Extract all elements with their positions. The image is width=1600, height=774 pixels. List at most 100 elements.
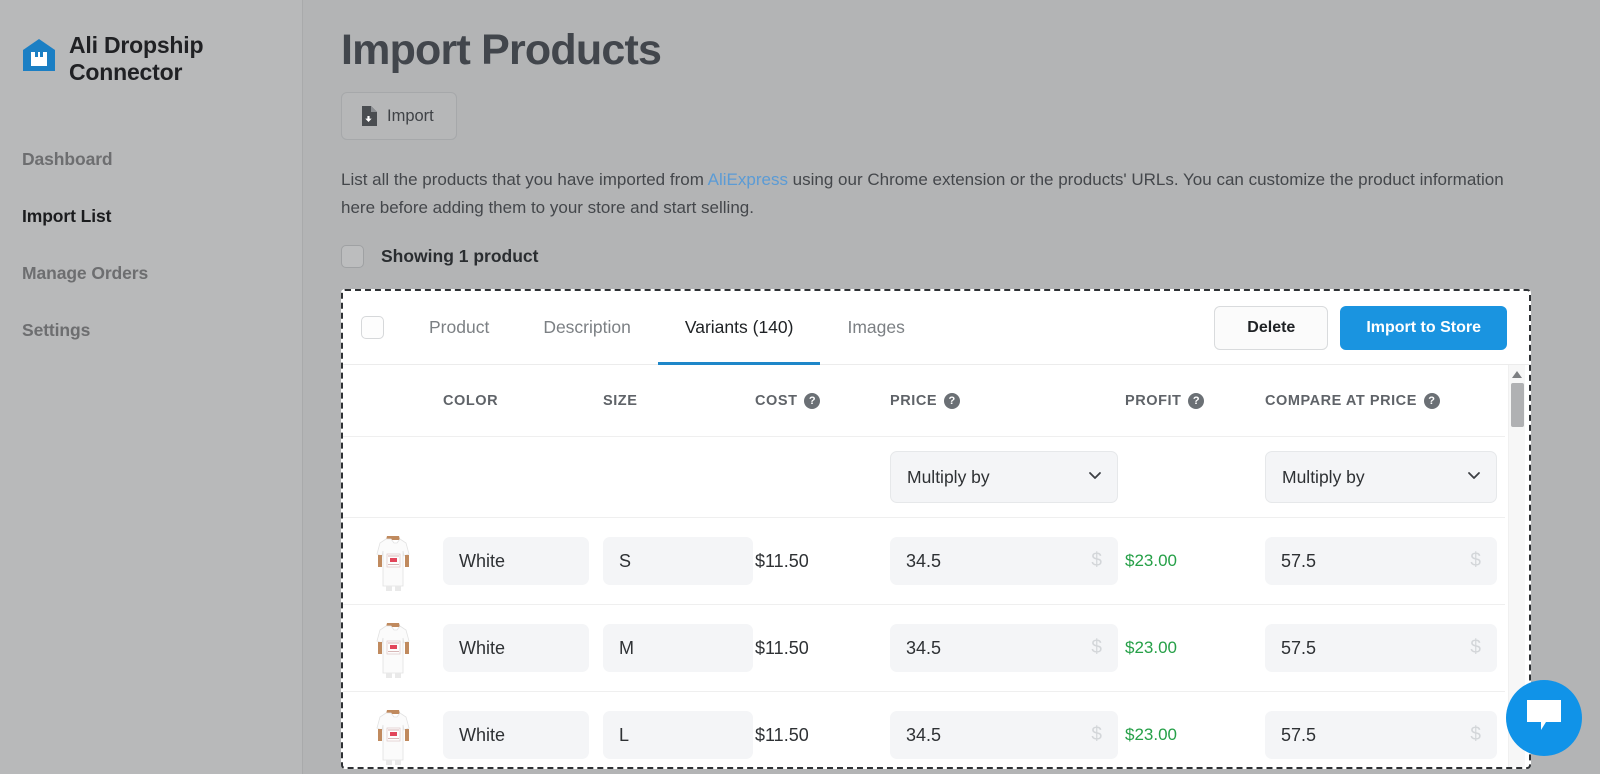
variant-thumbnail-cell: [343, 605, 443, 692]
column-header-profit-label: PROFIT: [1125, 393, 1181, 409]
variant-color-value: White: [459, 725, 505, 746]
cost-help-icon[interactable]: ?: [804, 393, 820, 409]
variant-price-value: 34.5: [906, 725, 941, 746]
sidebar-item-settings[interactable]: Settings: [22, 309, 302, 352]
variant-compare-at-price-value: 57.5: [1281, 638, 1316, 659]
sidebar-item-import-list[interactable]: Import List: [22, 195, 302, 238]
import-button[interactable]: Import: [341, 92, 457, 140]
variant-compare-at-price-input[interactable]: 57.5 $: [1265, 537, 1497, 585]
table-row: White S $11.50: [343, 518, 1505, 605]
bulk-ops-price-cell: Multiply by: [890, 437, 1125, 518]
variant-price-input[interactable]: 34.5 $: [890, 711, 1118, 759]
variant-color-input[interactable]: White: [443, 537, 589, 585]
showing-count-label: Showing 1 product: [381, 246, 539, 267]
bulk-ops-size-cell: [603, 437, 755, 518]
price-help-icon[interactable]: ?: [944, 393, 960, 409]
brand-name: Ali Dropship Connector: [69, 32, 203, 86]
variant-color-value: White: [459, 638, 505, 659]
bulk-ops-profit-cell: [1125, 437, 1265, 518]
compare-at-price-bulk-operation-select[interactable]: Multiply by: [1265, 451, 1497, 503]
variant-color-input[interactable]: White: [443, 624, 589, 672]
brand: Ali Dropship Connector: [22, 32, 302, 86]
sidebar-item-dashboard[interactable]: Dashboard: [22, 138, 302, 181]
white-tshirt-thumbnail: [367, 704, 419, 766]
bulk-ops-compare-cell: Multiply by: [1265, 437, 1505, 518]
variant-profit-value: $23.00: [1125, 551, 1177, 570]
variant-compare-at-price-value: 57.5: [1281, 725, 1316, 746]
variant-size-value: M: [619, 638, 634, 659]
select-all-products-checkbox[interactable]: [341, 245, 364, 268]
table-row: White M $11.50: [343, 605, 1505, 692]
tab-description[interactable]: Description: [516, 291, 658, 365]
variant-profit-cell: $23.00: [1125, 518, 1265, 605]
tab-images[interactable]: Images: [820, 291, 931, 365]
main-content: Import Products Import List all the prod…: [303, 0, 1600, 774]
variant-price-input[interactable]: 34.5 $: [890, 537, 1118, 585]
variant-compare-at-price-input[interactable]: 57.5 $: [1265, 711, 1497, 759]
variants-table-head: COLOR SIZE COST ?: [343, 365, 1505, 437]
column-header-price: PRICE ?: [890, 365, 1125, 437]
brand-name-line1: Ali Dropship: [69, 32, 203, 59]
variant-compare-at-price-input[interactable]: 57.5 $: [1265, 624, 1497, 672]
variants-table-body: Multiply by Multiply by: [343, 437, 1505, 770]
profit-help-icon[interactable]: ?: [1188, 393, 1204, 409]
product-tabs: Product Description Variants (140) Image…: [402, 291, 932, 365]
variant-size-input[interactable]: S: [603, 537, 753, 585]
variant-price-input[interactable]: 34.5 $: [890, 624, 1118, 672]
variant-color-input[interactable]: White: [443, 711, 589, 759]
price-bulk-operation-select[interactable]: Multiply by: [890, 451, 1118, 503]
currency-suffix: $: [1470, 724, 1481, 746]
white-tshirt-thumbnail: [367, 617, 419, 679]
compare-at-price-help-icon[interactable]: ?: [1424, 393, 1440, 409]
variant-price-value: 34.5: [906, 551, 941, 572]
variant-thumbnail-cell: [343, 518, 443, 605]
variant-size-value: S: [619, 551, 631, 572]
variant-size-cell: L: [603, 692, 755, 770]
tab-variants[interactable]: Variants (140): [658, 291, 821, 365]
variant-profit-value: $23.00: [1125, 725, 1177, 744]
white-tshirt-thumbnail: [367, 530, 419, 592]
chevron-down-icon: [1466, 467, 1482, 488]
column-header-size: SIZE: [603, 365, 755, 437]
variants-header-row: COLOR SIZE COST ?: [343, 365, 1505, 437]
variant-size-input[interactable]: L: [603, 711, 753, 759]
variant-color-cell: White: [443, 605, 603, 692]
column-header-color: COLOR: [443, 365, 603, 437]
tab-product[interactable]: Product: [402, 291, 516, 365]
variant-price-value: 34.5: [906, 638, 941, 659]
variant-size-input[interactable]: M: [603, 624, 753, 672]
aliexpress-link[interactable]: AliExpress: [708, 170, 788, 189]
scroll-up-button[interactable]: [1509, 365, 1525, 382]
table-row: White L $11.50: [343, 692, 1505, 770]
sidebar-item-manage-orders[interactable]: Manage Orders: [22, 252, 302, 295]
page-title: Import Products: [341, 28, 1600, 73]
variants-table: COLOR SIZE COST ?: [343, 365, 1505, 769]
currency-suffix: $: [1091, 550, 1102, 572]
sidebar-nav: Dashboard Import List Manage Orders Sett…: [22, 138, 302, 352]
chat-widget-button[interactable]: [1506, 680, 1582, 756]
currency-suffix: $: [1091, 724, 1102, 746]
column-header-profit: PROFIT ?: [1125, 365, 1265, 437]
bulk-ops-thumb-cell: [343, 437, 443, 518]
variant-compare-at-price-cell: 57.5 $: [1265, 518, 1505, 605]
sidebar: Ali Dropship Connector Dashboard Import …: [0, 0, 303, 774]
file-upload-icon: [360, 106, 377, 126]
product-select-checkbox[interactable]: [361, 316, 384, 339]
chat-bubble-icon: [1524, 697, 1564, 740]
variant-color-cell: White: [443, 518, 603, 605]
delete-button[interactable]: Delete: [1214, 306, 1328, 350]
product-card-actions: Delete Import to Store: [1214, 306, 1507, 350]
bulk-ops-color-cell: [443, 437, 603, 518]
variant-compare-at-price-cell: 57.5 $: [1265, 605, 1505, 692]
bulk-operations-row: Multiply by Multiply by: [343, 437, 1505, 518]
variant-size-cell: M: [603, 605, 755, 692]
bulk-ops-cost-cell: [755, 437, 890, 518]
variant-color-cell: White: [443, 692, 603, 770]
compare-at-price-bulk-operation-value: Multiply by: [1282, 467, 1365, 488]
variant-cost-cell: $11.50: [755, 692, 890, 770]
import-to-store-button[interactable]: Import to Store: [1340, 306, 1507, 350]
variants-table-wrapper: COLOR SIZE COST ?: [343, 365, 1529, 769]
scrollbar-thumb[interactable]: [1511, 383, 1524, 427]
column-header-size-label: SIZE: [603, 393, 637, 409]
column-header-price-label: PRICE: [890, 393, 937, 409]
